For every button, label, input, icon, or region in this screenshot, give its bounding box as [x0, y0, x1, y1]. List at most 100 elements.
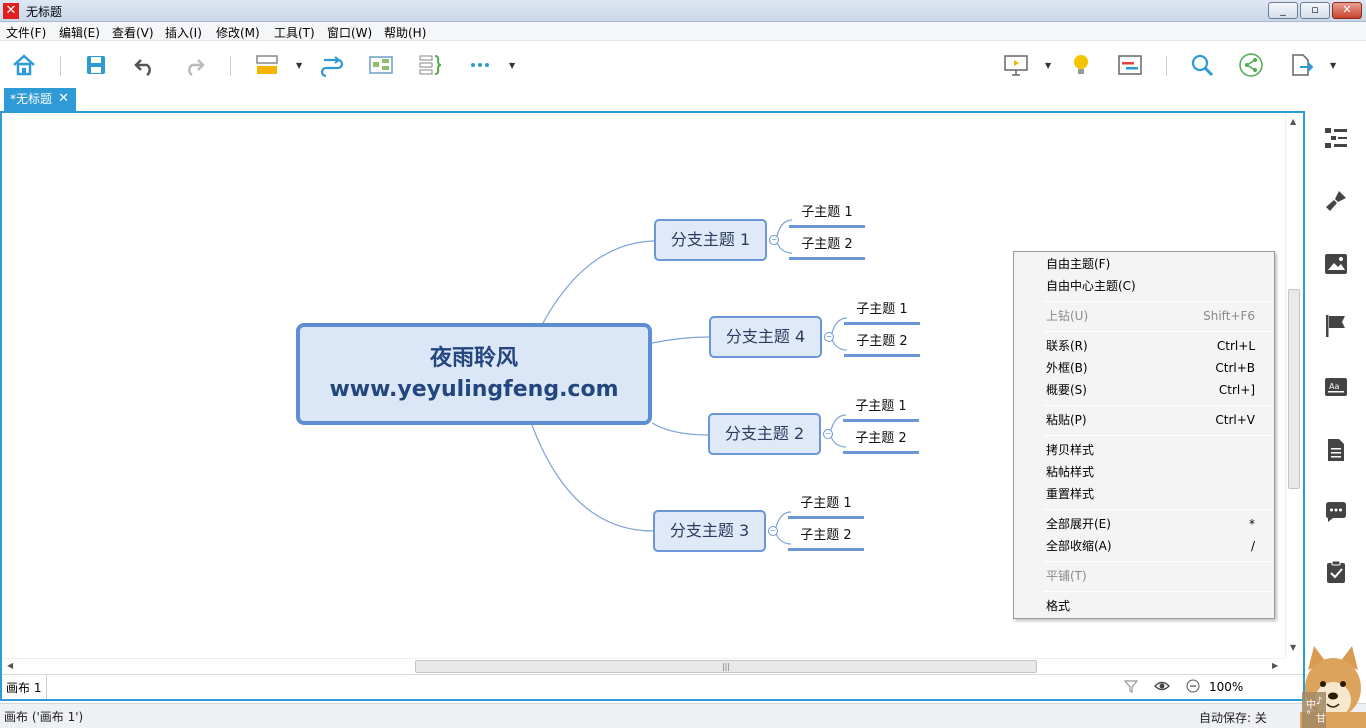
maximize-button[interactable]: ▫ — [1300, 2, 1330, 19]
ctx-item-paste[interactable]: 粘贴(P) Ctrl+V — [1014, 409, 1274, 431]
menu-file[interactable]: 文件(F) — [6, 24, 46, 41]
branch-topic-1[interactable]: 分支主题 1 — [654, 219, 767, 261]
shiba-mascot-widget[interactable]: 中 ♪ ° 甘 — [1300, 640, 1366, 728]
horizontal-scroll-thumb[interactable]: ||| — [415, 660, 1037, 673]
collapse-toggle-icon[interactable]: − — [823, 429, 833, 439]
undo-icon[interactable] — [131, 51, 159, 79]
central-topic-url: www.yeyulingfeng.com — [329, 377, 619, 402]
ctx-item-summary[interactable]: 概要(S) Ctrl+] — [1014, 379, 1274, 401]
summary-icon[interactable] — [416, 51, 444, 79]
ctx-item-drill-up: 上钻(U) Shift+F6 — [1046, 309, 1255, 323]
vertical-scrollbar[interactable]: ▲ ▼ — [1285, 113, 1301, 658]
subtopic-1-2[interactable]: 子主题 2 — [789, 235, 865, 260]
tab-label: *无标题 — [10, 92, 53, 106]
subtopic-1-1[interactable]: 子主题 1 — [789, 203, 865, 228]
more-dropdown-icon[interactable]: ▼ — [509, 61, 517, 70]
scroll-right-icon[interactable]: ▶ — [1272, 661, 1278, 670]
mascot-label: ♪ — [1316, 696, 1323, 707]
more-icon[interactable] — [466, 51, 494, 79]
brainstorm-bulb-icon[interactable] — [1067, 51, 1095, 79]
horizontal-scrollbar[interactable]: ◀ ||| ▶ — [2, 658, 1285, 673]
ctx-item-copy-style[interactable]: 拷贝样式 — [1014, 439, 1274, 461]
marker-flag-icon[interactable] — [1323, 313, 1349, 339]
text-style-icon[interactable]: Aa — [1323, 375, 1349, 401]
redo-icon[interactable] — [180, 51, 208, 79]
menu-view[interactable]: 查看(V) — [112, 24, 154, 41]
subtopic-4-1[interactable]: 子主题 1 — [844, 300, 920, 325]
minimize-button[interactable]: _ — [1268, 2, 1298, 19]
presentation-icon[interactable] — [1002, 51, 1030, 79]
menu-modify[interactable]: 修改(M) — [216, 24, 260, 41]
insert-topic-dropdown-icon[interactable]: ▼ — [296, 61, 304, 70]
collapse-toggle-icon[interactable]: − — [769, 235, 779, 245]
home-icon[interactable] — [10, 51, 38, 79]
comment-icon[interactable] — [1323, 499, 1349, 525]
status-autosave: 自动保存: 关 — [1199, 711, 1267, 725]
format-brush-icon[interactable] — [1323, 188, 1349, 214]
mascot-label: ° — [1306, 710, 1311, 721]
eye-icon[interactable] — [1154, 679, 1170, 697]
branch-topic-3[interactable]: 分支主题 3 — [653, 510, 766, 552]
status-sheet-info: 画布 ('画布 1') — [4, 710, 84, 724]
scroll-down-icon[interactable]: ▼ — [1290, 643, 1296, 652]
export-icon[interactable] — [1287, 51, 1315, 79]
ctx-item-format[interactable]: 格式 — [1014, 595, 1274, 617]
outline-icon[interactable] — [1323, 125, 1349, 151]
collapse-toggle-icon[interactable]: − — [824, 332, 834, 342]
presentation-dropdown-icon[interactable]: ▼ — [1045, 61, 1053, 70]
subtopic-4-2[interactable]: 子主题 2 — [844, 332, 920, 357]
menu-separator — [1044, 301, 1272, 302]
ctx-item-paste-style[interactable]: 粘帖样式 — [1014, 461, 1274, 483]
task-clipboard-icon[interactable] — [1323, 559, 1349, 585]
ctx-item-free-topic[interactable]: 自由主题(F) — [1014, 253, 1274, 275]
mascot-label: 甘 — [1316, 714, 1326, 725]
scroll-up-icon[interactable]: ▲ — [1290, 117, 1296, 126]
boundary-icon[interactable] — [367, 51, 395, 79]
save-icon[interactable] — [82, 51, 110, 79]
gantt-icon[interactable] — [1116, 51, 1144, 79]
menu-help[interactable]: 帮助(H) — [384, 24, 426, 41]
menu-separator — [1044, 591, 1272, 592]
ctx-item-reset-style[interactable]: 重置样式 — [1014, 483, 1274, 505]
subtopic-2-1[interactable]: 子主题 1 — [843, 397, 919, 422]
tab-close-icon[interactable]: ✕ — [58, 88, 69, 110]
collapse-toggle-icon[interactable]: − — [768, 526, 778, 536]
notes-document-icon[interactable] — [1323, 437, 1349, 463]
subtopic-2-2[interactable]: 子主题 2 — [843, 429, 919, 454]
image-icon[interactable] — [1323, 251, 1349, 277]
menu-window[interactable]: 窗口(W) — [327, 24, 372, 41]
ctx-item-relationship[interactable]: 联系(R) Ctrl+L — [1014, 335, 1274, 357]
central-topic[interactable]: 夜雨聆风 www.yeyulingfeng.com — [296, 323, 652, 425]
subtopic-3-1[interactable]: 子主题 1 — [788, 494, 864, 519]
search-icon[interactable] — [1188, 51, 1216, 79]
mascot-label: 中 — [1306, 700, 1316, 711]
filter-icon[interactable] — [1123, 679, 1139, 697]
right-side-panel: Aa — [1305, 111, 1366, 701]
export-dropdown-icon[interactable]: ▼ — [1330, 61, 1338, 70]
menu-insert[interactable]: 插入(I) — [165, 24, 202, 41]
branch-topic-2[interactable]: 分支主题 2 — [708, 413, 821, 455]
ctx-item-expand-all[interactable]: 全部展开(E) * — [1014, 513, 1274, 535]
menu-bar: 文件(F) 编辑(E) 查看(V) 插入(I) 修改(M) 工具(T) 窗口(W… — [0, 22, 1366, 41]
branch-topic-4[interactable]: 分支主题 4 — [709, 316, 822, 358]
ctx-item-collapse-all[interactable]: 全部收缩(A) / — [1014, 535, 1274, 557]
ctx-item-free-central-topic[interactable]: 自由中心主题(C) — [1014, 275, 1274, 297]
sheet-tab[interactable]: 画布 1 — [6, 679, 41, 696]
scroll-left-icon[interactable]: ◀ — [7, 661, 13, 670]
zoom-level: 100% — [1209, 680, 1244, 694]
subtopic-3-2[interactable]: 子主题 2 — [788, 526, 864, 551]
vertical-scroll-thumb[interactable] — [1288, 289, 1300, 489]
zoom-out-icon[interactable] — [1186, 679, 1200, 697]
tab-untitled[interactable]: *无标题 ✕ — [4, 88, 76, 111]
menu-edit[interactable]: 编辑(E) — [59, 24, 100, 41]
menu-separator — [1044, 561, 1272, 562]
document-tabs: *无标题 ✕ — [0, 88, 1366, 111]
relationship-icon[interactable] — [318, 51, 346, 79]
toolbar: ▼ ▼ ▼ ▼ — [0, 41, 1366, 88]
ctx-item-boundary[interactable]: 外框(B) Ctrl+B — [1014, 357, 1274, 379]
menu-tools[interactable]: 工具(T) — [274, 24, 315, 41]
close-window-button[interactable]: ✕ — [1332, 2, 1362, 19]
insert-topic-icon[interactable] — [253, 51, 281, 79]
share-icon[interactable] — [1237, 51, 1265, 79]
context-menu: 自由主题(F) 自由中心主题(C) 上钻(U) Shift+F6 联系(R) Ctr… — [1013, 251, 1275, 619]
